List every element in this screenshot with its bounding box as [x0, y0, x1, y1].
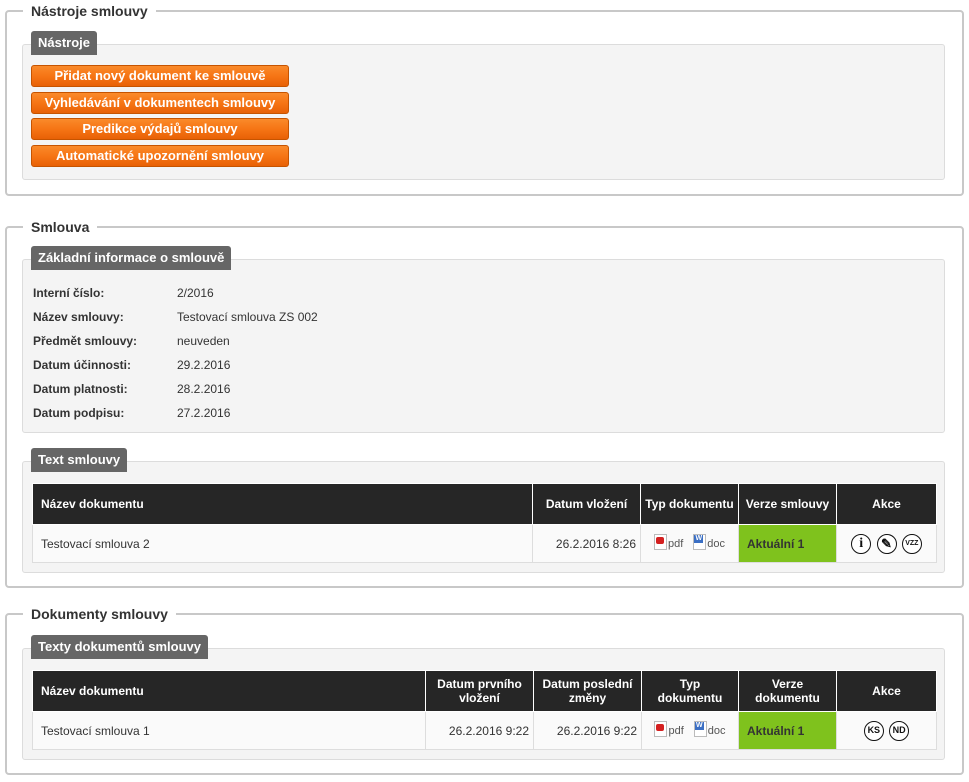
table-header-row: Název dokumentu Datum prvního vložení Da… — [32, 670, 937, 712]
col-header-name[interactable]: Název dokumentu — [32, 483, 533, 525]
table-row: Testovací smlouva 2 26.2.2016 8:26 pdf do… — [32, 524, 937, 563]
pdf-label: pdf — [667, 538, 684, 550]
search-documents-button[interactable]: Vyhledávání v dokumentech smlouvy — [31, 92, 289, 114]
col-header-first-date[interactable]: Datum prvního vložení — [425, 670, 534, 712]
expense-prediction-button[interactable]: Predikce výdajů smlouvy — [31, 118, 289, 140]
info-label: Předmět smlouvy: — [33, 334, 138, 348]
actions-cell: i ✎ VZZ — [836, 524, 937, 563]
vzz-action-icon[interactable]: VZZ — [901, 533, 922, 554]
last-date-cell: 26.2.2016 9:22 — [533, 711, 642, 750]
col-header-last-date[interactable]: Datum poslední změny — [533, 670, 642, 712]
pdf-label: pdf — [668, 725, 684, 737]
col-header-type: Typ dokumentu — [640, 483, 739, 525]
info-icon[interactable]: i — [851, 533, 872, 554]
nd-action-icon[interactable]: ND — [889, 720, 910, 741]
doc-download-link[interactable]: doc — [693, 721, 726, 737]
info-value: neuveden — [177, 334, 230, 348]
edit-pencil-icon[interactable]: ✎ — [876, 533, 897, 554]
pdf-download-link[interactable]: pdf — [654, 721, 684, 737]
doc-type-cell: pdf doc — [640, 524, 739, 563]
info-label: Název smlouvy: — [33, 310, 124, 324]
pdf-file-icon — [653, 534, 667, 550]
version-status-cell: Aktuální 1 — [738, 524, 837, 563]
add-document-button[interactable]: Přidat nový dokument ke smlouvě — [31, 65, 289, 87]
col-header-date[interactable]: Datum vložení — [532, 483, 641, 525]
info-label: Interní číslo: — [33, 286, 105, 300]
version-status-cell: Aktuální 1 — [738, 711, 837, 750]
contract-text-title: Text smlouvy — [31, 448, 128, 472]
doc-label: doc — [707, 538, 726, 550]
contract-text-panel: Text smlouvy Název dokumentu Datum vlože… — [22, 448, 945, 573]
documents-fieldset: Dokumenty smlouvy Texty dokumentů smlouv… — [5, 605, 964, 775]
tools-panel-title: Nástroje — [31, 31, 98, 55]
documents-legend: Dokumenty smlouvy — [23, 605, 176, 623]
col-header-type: Typ dokumentu — [641, 670, 739, 712]
basic-info-panel: Základní informace o smlouvě Interní čís… — [22, 246, 945, 433]
documents-table: Název dokumentu Datum prvního vložení Da… — [32, 670, 937, 750]
col-header-version: Verze dokumentu — [738, 670, 837, 712]
info-label: Datum platnosti: — [33, 382, 128, 396]
doc-type-cell: pdf doc — [641, 711, 739, 750]
word-doc-icon — [693, 721, 707, 737]
table-header-row: Název dokumentu Datum vložení Typ dokume… — [32, 483, 937, 525]
col-header-name[interactable]: Název dokumentu — [32, 670, 426, 712]
col-header-actions: Akce — [836, 483, 937, 525]
info-value: Testovací smlouva ZS 002 — [177, 310, 318, 324]
tools-legend: Nástroje smlouvy — [23, 2, 156, 20]
info-value: 2/2016 — [177, 286, 214, 300]
documents-panel: Texty dokumentů smlouvy Název dokumentu … — [22, 635, 945, 760]
info-value: 28.2.2016 — [177, 382, 231, 396]
doc-date-cell: 26.2.2016 8:26 — [532, 524, 641, 563]
doc-name-cell: Testovací smlouva 2 — [32, 524, 533, 563]
info-value: 29.2.2016 — [177, 358, 231, 372]
first-date-cell: 26.2.2016 9:22 — [425, 711, 534, 750]
info-label: Datum účinnosti: — [33, 358, 131, 372]
pdf-file-icon — [654, 721, 668, 737]
contract-fieldset: Smlouva Základní informace o smlouvě Int… — [5, 218, 964, 588]
contract-legend: Smlouva — [23, 218, 98, 236]
basic-info-title: Základní informace o smlouvě — [31, 246, 232, 270]
col-header-actions: Akce — [836, 670, 937, 712]
word-doc-icon — [693, 534, 707, 550]
ks-action-icon[interactable]: KS — [863, 720, 884, 741]
tools-fieldset: Nástroje smlouvy Nástroje Přidat nový do… — [5, 2, 964, 196]
contract-text-table: Název dokumentu Datum vložení Typ dokume… — [32, 483, 937, 563]
info-label: Datum podpisu: — [33, 406, 125, 420]
auto-notification-button[interactable]: Automatické upozornění smlouvy — [31, 145, 289, 167]
info-value: 27.2.2016 — [177, 406, 231, 420]
doc-download-link[interactable]: doc — [693, 534, 725, 550]
pdf-download-link[interactable]: pdf — [653, 534, 684, 550]
documents-panel-title: Texty dokumentů smlouvy — [31, 635, 209, 659]
doc-name-cell: Testovací smlouva 1 — [32, 711, 426, 750]
col-header-version: Verze smlouvy — [738, 483, 837, 525]
tools-panel: Nástroje Přidat nový dokument ke smlouvě… — [22, 31, 945, 180]
actions-cell: KS ND — [836, 711, 937, 750]
table-row: Testovací smlouva 1 26.2.2016 9:22 26.2.… — [32, 711, 937, 750]
doc-label: doc — [707, 725, 726, 737]
